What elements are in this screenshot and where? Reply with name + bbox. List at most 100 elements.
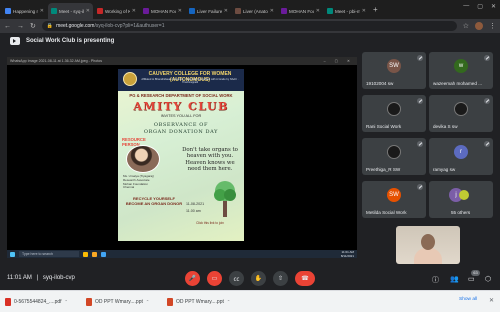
poster-header: CAUVERY COLLEGE FOR WOMEN (AUTONOMOUS) A… (118, 69, 244, 91)
mic-off-icon (484, 141, 490, 147)
meet-window: Happening now ✕ Meet - syq-ilob ✕ Workin… (0, 0, 500, 312)
participant-tile[interactable]: SW Metilda Social Work (362, 181, 426, 218)
participant-tile[interactable]: Preethiga_R SW (362, 138, 426, 175)
close-icon[interactable]: ✕ (178, 8, 182, 14)
avatar: r (454, 145, 468, 159)
chevron-up-icon[interactable]: ⌃ (227, 299, 230, 304)
avatar: SW (387, 188, 401, 202)
poster-observance-line2: ORGAN DONATION DAY (143, 128, 219, 135)
close-icon[interactable]: ✕ (132, 8, 136, 14)
avatar: w (454, 59, 468, 73)
participant-tile[interactable]: SW 19102004 sw (362, 52, 426, 89)
tab-meet-active[interactable]: Meet - syq-ilob ✕ (48, 3, 93, 19)
participant-name: ramyag sw (433, 167, 456, 172)
mic-off-icon (417, 55, 423, 61)
photos-title: WhatsApp Image 2021-08-11 at 1.36.32 AM.… (10, 59, 103, 63)
tab-favicon (235, 8, 241, 14)
download-item[interactable]: OD PPT Wmary....ppt ⌃ (86, 296, 149, 307)
poster-college-sub: Affiliated to Bharathidasan University ·… (141, 78, 239, 85)
tab-title: MOHAN Foundation (151, 8, 176, 14)
close-icon[interactable]: ✕ (270, 8, 274, 14)
tab-working-of-kidney[interactable]: Working of Kidney ✕ (94, 3, 139, 19)
self-head (421, 234, 435, 250)
new-tab-icon[interactable]: + (373, 5, 378, 14)
tab-favicon (327, 8, 333, 14)
mic-off-icon (484, 98, 490, 104)
menu-icon[interactable]: ⋮ (489, 22, 496, 30)
close-icon[interactable]: ✕ (40, 8, 44, 14)
download-name: OD PPT Wmary....ppt (95, 298, 143, 305)
tab-favicon (5, 8, 11, 14)
participant-name: Rani Social Work (366, 124, 402, 129)
poster-invites: INVITES YOU ALL FOR (160, 114, 202, 118)
mic-off-icon (417, 141, 423, 147)
tab-mohan-foundation[interactable]: MOHAN Foundation ✕ (140, 3, 185, 19)
download-item[interactable]: 0-5675544824_....pdf ⌃ (5, 296, 68, 307)
meeting-time-code: 11:01 AM | syq-ilob-cvp (7, 275, 75, 281)
forward-icon[interactable]: → (17, 23, 24, 30)
close-icon[interactable]: ✕ (362, 8, 366, 14)
tab-meet-2[interactable]: Meet - pbi-mui... ✕ (324, 3, 369, 19)
college-logo (123, 72, 137, 86)
raise-hand-button[interactable]: ✋ (251, 271, 266, 286)
tab-liver-anatomy[interactable]: Liver (Anatomy): ... ✕ (232, 3, 277, 19)
mic-toggle-button[interactable]: 🎤 (185, 271, 200, 286)
presenting-text: Social Work Club is presenting (26, 37, 115, 44)
back-icon[interactable]: ← (4, 23, 11, 30)
chevron-up-icon[interactable]: ⌃ (65, 299, 68, 304)
participant-name: Metilda Social Work (366, 210, 407, 215)
windows-start-icon (10, 251, 15, 257)
chat-icon[interactable]: ▭ (468, 275, 475, 283)
participant-tile[interactable]: r ramyag sw (429, 138, 493, 175)
downloads-bar: 0-5675544824_....pdf ⌃ OD PPT Wmary....p… (0, 290, 500, 312)
self-view[interactable] (396, 226, 460, 264)
close-icon[interactable]: ✕ (86, 8, 90, 14)
windows-taskbar: Type here to search 11:01 AM 8/11/2021 (7, 250, 357, 258)
poster-person-details: Ms. Umaiya (Tiyagaraj) Research Associat… (123, 174, 183, 190)
mic-off-icon (484, 55, 490, 61)
poster-datetime: 11-08-2021 11.00 am (186, 201, 216, 215)
close-window-icon[interactable]: ✕ (491, 3, 496, 10)
info-icon[interactable]: ⓘ (432, 275, 439, 285)
star-icon[interactable]: ☆ (463, 22, 469, 30)
meeting-separator: | (36, 275, 39, 281)
captions-button[interactable]: ㏄ (229, 271, 244, 286)
profile-avatar[interactable] (475, 22, 483, 30)
meeting-clock: 11:01 AM (7, 275, 32, 281)
people-icon[interactable]: 👥 (450, 275, 459, 283)
tab-liver-failure[interactable]: Liver Failure - Pa... ✕ (186, 3, 231, 19)
close-downloads-icon[interactable]: ✕ (489, 297, 494, 304)
url-input[interactable]: 🔒 meet.google.com/syq-ilob-cvp?pli=1&aut… (41, 21, 457, 31)
meeting-code: syq-ilob-cvp (42, 275, 75, 281)
activities-icon[interactable]: ⬡ (485, 275, 491, 283)
url-path: /syq-ilob-cvp?pli=1&authuser=1 (94, 23, 165, 29)
download-item[interactable]: OD PPT Wmary....ppt ⌃ (167, 296, 230, 307)
tab-happening-now[interactable]: Happening now ✕ (2, 3, 47, 19)
windows-clock-date: 8/11/2021 (340, 254, 354, 258)
event-poster: CAUVERY COLLEGE FOR WOMEN (AUTONOMOUS) A… (118, 69, 244, 241)
others-tile[interactable]: j 55 others (429, 181, 493, 218)
close-icon[interactable]: ✕ (316, 8, 320, 14)
tab-favicon (143, 8, 149, 14)
url-text: meet.google.com/syq-ilob-cvp?pli=1&authu… (56, 23, 164, 29)
maximize-icon[interactable]: ▢ (477, 3, 483, 10)
tab-mohan-foundation-2[interactable]: MOHAN Foundation ✕ (278, 3, 323, 19)
leave-call-button[interactable]: ☎ (295, 271, 315, 286)
minimize-icon[interactable]: — (463, 3, 469, 10)
close-icon[interactable]: ✕ (224, 8, 228, 14)
chevron-up-icon[interactable]: ⌃ (146, 299, 149, 304)
pdf-file-icon (5, 297, 11, 306)
address-bar: ← → ↻ 🔒 meet.google.com/syq-ilob-cvp?pli… (0, 19, 500, 33)
tab-favicon (97, 8, 103, 14)
show-all-link[interactable]: Show all (459, 297, 477, 302)
poster-department: PG & RESEARCH DEPARTMENT OF SOCIAL WORK (129, 93, 233, 98)
reload-icon[interactable]: ↻ (30, 22, 36, 30)
present-button[interactable]: ⇧ (273, 271, 288, 286)
participant-name: wazeemah mohamed ... (433, 81, 483, 86)
participant-tile[interactable]: Rani Social Work (362, 95, 426, 132)
camera-toggle-button[interactable]: ▭ (207, 271, 222, 286)
avatar (387, 145, 401, 159)
participant-tile[interactable]: devika S sw (429, 95, 493, 132)
poster-recycle: RECYCLE YOURSELF BECOME AN ORGAN DONOR (125, 196, 183, 206)
participant-tile[interactable]: w wazeemah mohamed ... (429, 52, 493, 89)
